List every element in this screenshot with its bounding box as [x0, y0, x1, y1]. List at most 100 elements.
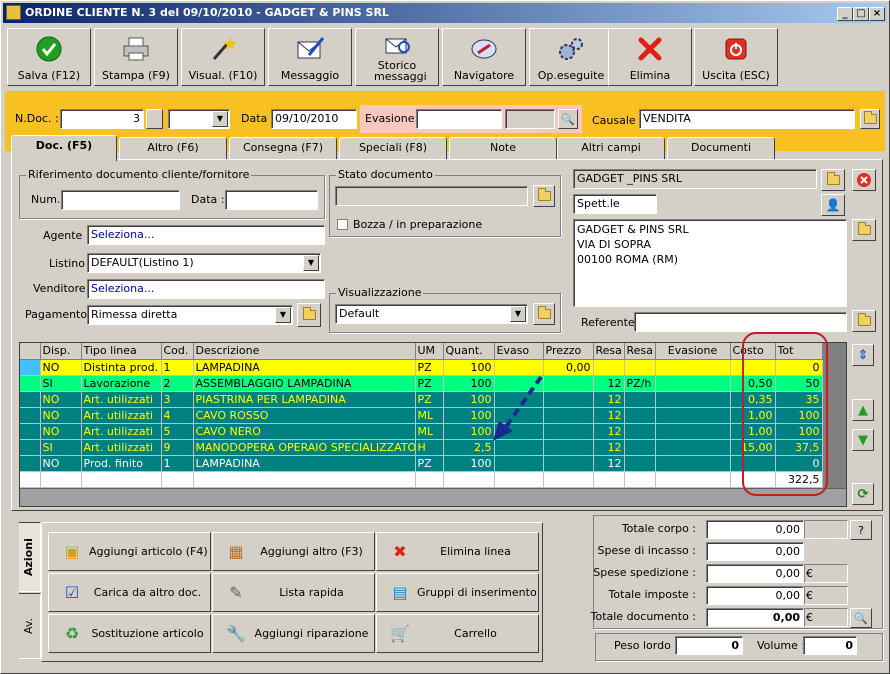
- spett-input[interactable]: Spett.le: [573, 194, 657, 214]
- row-selector[interactable]: [20, 407, 41, 424]
- table-cell[interactable]: [494, 455, 544, 472]
- cliente-person-button[interactable]: 👤: [821, 194, 845, 216]
- tab-note[interactable]: Note: [449, 137, 557, 159]
- add-article-button[interactable]: ▣ Aggiungi articolo (F4): [48, 532, 211, 571]
- grid-header-resa[interactable]: Resa: [593, 343, 625, 360]
- num-input[interactable]: [61, 190, 180, 210]
- tab-altro[interactable]: Altro (F6): [119, 137, 227, 159]
- table-cell[interactable]: [655, 471, 731, 488]
- grid-header-tipo[interactable]: Tipo linea: [81, 343, 162, 360]
- table-cell[interactable]: [415, 471, 444, 488]
- table-cell[interactable]: 12: [593, 407, 625, 424]
- stato-input[interactable]: [335, 186, 528, 206]
- pagamento-folder-button[interactable]: [297, 303, 321, 327]
- table-cell[interactable]: 100: [443, 455, 495, 472]
- table-cell[interactable]: PZ: [415, 375, 444, 392]
- table-cell[interactable]: PZ: [415, 359, 444, 376]
- table-cell[interactable]: LAMPADINA: [193, 455, 416, 472]
- table-cell[interactable]: MANODOPERA OPERAIO SPECIALIZZATO: [193, 439, 416, 456]
- vtab-av[interactable]: Av.: [19, 593, 41, 659]
- table-cell[interactable]: [624, 455, 656, 472]
- table-cell[interactable]: ASSEMBLAGGIO LAMPADINA: [193, 375, 416, 392]
- table-cell[interactable]: CAVO NERO: [193, 423, 416, 440]
- table-cell[interactable]: Art. utilizzati: [81, 407, 162, 424]
- table-row[interactable]: SI Art. utilizzati 9 MANODOPERA OPERAIO SPE…: [20, 439, 823, 456]
- causale-folder-button[interactable]: [860, 109, 880, 129]
- ref-date-input[interactable]: [225, 190, 318, 210]
- table-cell[interactable]: [543, 455, 594, 472]
- table-cell[interactable]: [443, 471, 495, 488]
- table-row[interactable]: 322,5: [20, 471, 823, 488]
- evasione-input[interactable]: [416, 109, 502, 129]
- referente-folder-button[interactable]: [852, 310, 876, 332]
- table-cell[interactable]: [655, 359, 731, 376]
- grid-header-evaso[interactable]: Evaso: [494, 343, 544, 360]
- table-cell[interactable]: Art. utilizzati: [81, 423, 162, 440]
- evasione-search-button[interactable]: 🔍: [558, 109, 578, 129]
- table-cell[interactable]: 5: [161, 423, 194, 440]
- table-cell[interactable]: Art. utilizzati: [81, 439, 162, 456]
- table-cell[interactable]: Art. utilizzati: [81, 391, 162, 408]
- replace-article-button[interactable]: ♻ Sostituzione articolo: [48, 614, 211, 653]
- table-cell[interactable]: [655, 455, 731, 472]
- grid-header-descrizione[interactable]: Descrizione: [193, 343, 416, 360]
- table-cell[interactable]: [193, 471, 416, 488]
- cliente-name-field[interactable]: GADGET _PINS SRL: [573, 169, 817, 189]
- table-row[interactable]: NO Art. utilizzati 4 CAVO ROSSO ML 100 12 1,00 1…: [20, 407, 823, 424]
- table-cell[interactable]: NO: [40, 391, 82, 408]
- table-cell[interactable]: 100: [443, 423, 495, 440]
- table-cell[interactable]: 4: [161, 407, 194, 424]
- row-selector[interactable]: [20, 359, 41, 376]
- table-cell[interactable]: 100: [443, 359, 495, 376]
- grid-header-um[interactable]: UM: [415, 343, 444, 360]
- table-cell[interactable]: NO: [40, 455, 82, 472]
- table-cell[interactable]: ML: [415, 423, 444, 440]
- table-cell[interactable]: 2,5: [443, 439, 495, 456]
- save-button[interactable]: Salva (F12): [7, 28, 91, 86]
- table-row[interactable]: NO Art. utilizzati 3 PIASTRINA PER LAMPADIN…: [20, 391, 823, 408]
- move-up-button[interactable]: ▲: [852, 399, 874, 421]
- table-cell[interactable]: CAVO ROSSO: [193, 407, 416, 424]
- grid-header-disp[interactable]: Disp.: [40, 343, 82, 360]
- refresh-grid-button[interactable]: ⟳: [852, 483, 874, 505]
- row-selector[interactable]: [20, 391, 41, 408]
- spese-incasso-value[interactable]: 0,00: [706, 542, 804, 561]
- table-cell[interactable]: Lavorazione: [81, 375, 162, 392]
- table-cell[interactable]: Prod. finito: [81, 455, 162, 472]
- visualizzazione-select[interactable]: Default ▼: [335, 304, 528, 324]
- row-selector[interactable]: [20, 423, 41, 440]
- agente-input[interactable]: Seleziona...: [87, 225, 325, 245]
- table-cell[interactable]: [543, 471, 594, 488]
- cart-button[interactable]: 🛒 Carrello: [376, 614, 539, 653]
- table-cell[interactable]: [655, 423, 731, 440]
- table-cell[interactable]: PZ/h: [624, 375, 656, 392]
- table-cell[interactable]: [494, 471, 544, 488]
- table-cell[interactable]: [655, 407, 731, 424]
- tab-documenti[interactable]: Documenti: [667, 137, 775, 159]
- table-cell[interactable]: Distinta prod.: [81, 359, 162, 376]
- table-row[interactable]: NO Distinta prod. 1 LAMPADINA PZ 100 0,00 0: [20, 359, 823, 376]
- table-cell[interactable]: [655, 439, 731, 456]
- table-cell[interactable]: 9: [161, 439, 194, 456]
- lines-grid[interactable]: Disp. Tipo linea Cod. Descrizione UM Qua…: [19, 342, 847, 507]
- grid-header-prezzo[interactable]: Prezzo: [543, 343, 594, 360]
- row-selector[interactable]: [20, 471, 41, 488]
- message-history-button[interactable]: Storico messaggi: [355, 28, 439, 86]
- move-top-button[interactable]: ⇕: [852, 344, 874, 366]
- table-cell[interactable]: [161, 471, 194, 488]
- ndoc-step-button[interactable]: [146, 109, 163, 129]
- grid-header-quant[interactable]: Quant.: [443, 343, 495, 360]
- peso-value[interactable]: 0: [675, 636, 743, 655]
- volume-value[interactable]: 0: [803, 636, 857, 655]
- table-cell[interactable]: 1: [161, 359, 194, 376]
- table-cell[interactable]: [655, 391, 731, 408]
- table-cell[interactable]: 12: [593, 455, 625, 472]
- table-cell[interactable]: 3: [161, 391, 194, 408]
- table-cell[interactable]: [624, 471, 656, 488]
- help-button[interactable]: ?: [850, 520, 872, 540]
- insert-group-button[interactable]: ▤ Gruppi di inserimento: [376, 573, 539, 612]
- venditore-input[interactable]: Seleziona...: [87, 279, 325, 299]
- table-cell[interactable]: 1: [161, 455, 194, 472]
- grid-header-cod[interactable]: Cod.: [161, 343, 194, 360]
- maximize-button[interactable]: □: [853, 7, 869, 21]
